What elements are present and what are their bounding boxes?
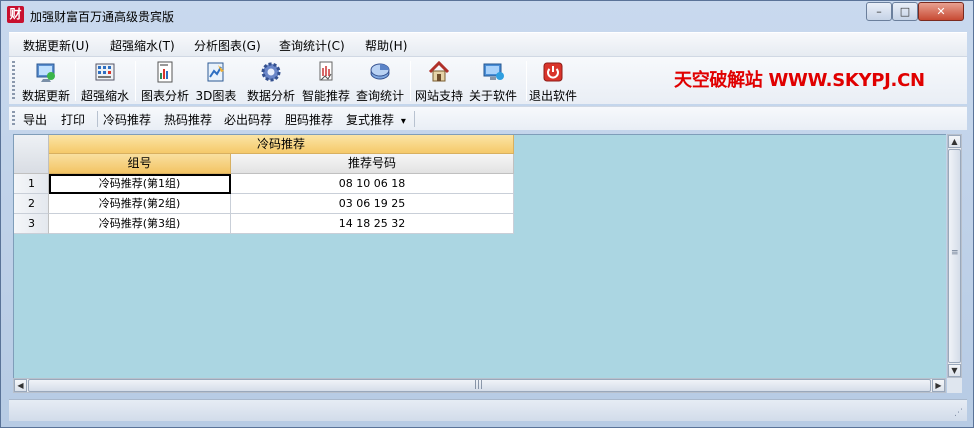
menu-query[interactable]: 查询统计(C) — [279, 37, 345, 54]
watermark-text: 天空破解站 WWW.SKYPJ.CN — [674, 70, 925, 91]
scroll-up-button[interactable]: ▲ — [948, 135, 961, 148]
menu-data-update[interactable]: 数据更新(U) — [23, 37, 89, 54]
main-toolbar: 数据更新 超强缩水 图表分析 3D图表 数据分析 智能推荐 查询统计 网站支持 … — [9, 56, 967, 104]
title-bar[interactable]: 财 加强财富百万通高级贵宾版 – □ ✕ — [1, 1, 973, 31]
menu-help[interactable]: 帮助(H) — [365, 37, 407, 54]
tool-website[interactable]: 网站支持 — [412, 60, 466, 104]
compound-recommend-button[interactable]: 复式推荐 ▾ — [346, 111, 406, 128]
gear-icon — [261, 62, 281, 82]
chevron-down-icon: ▾ — [400, 116, 406, 127]
tool-chart-analysis[interactable]: 图表分析 — [139, 60, 191, 104]
tool-smart-recommend[interactable]: 智能推荐 — [299, 60, 353, 104]
data-grid[interactable]: 冷码推荐 组号 推荐号码 1 冷码推荐(第1组) 08 10 06 18 2 冷… — [13, 134, 946, 378]
tool-3d-chart[interactable]: 3D图表 — [193, 60, 239, 104]
query-icon — [370, 63, 390, 80]
chart-3d-icon — [207, 62, 224, 82]
row-number[interactable]: 1 — [14, 174, 49, 194]
maximize-button[interactable]: □ — [892, 2, 918, 21]
band-header: 冷码推荐 — [49, 135, 514, 154]
toolbar-separator — [135, 61, 136, 101]
menu-shrink[interactable]: 超强缩水(T) — [110, 37, 175, 54]
horizontal-scroll-thumb[interactable]: ||| — [28, 379, 931, 392]
must-appear-button[interactable]: 必出码荐 — [224, 111, 272, 128]
table-cell-group[interactable]: 冷码推荐(第2组) — [49, 194, 231, 214]
tool-query[interactable]: 查询统计 — [353, 60, 407, 104]
table-cell-numbers[interactable]: 14 18 25 32 — [231, 214, 514, 234]
app-icon: 财 — [7, 6, 24, 23]
toolbar-grip[interactable] — [12, 61, 15, 101]
grip-icon: ||| — [474, 380, 484, 390]
menu-charts[interactable]: 分析图表(G) — [194, 37, 261, 54]
horizontal-scrollbar[interactable]: ◀ ||| ▶ — [13, 378, 946, 393]
smart-recommend-icon — [319, 61, 333, 81]
cold-recommend-button[interactable]: 冷码推荐 — [103, 111, 151, 128]
gall-recommend-button[interactable]: 胆码推荐 — [285, 111, 333, 128]
minimize-button[interactable]: – — [866, 2, 892, 21]
subbar-separator — [414, 111, 415, 127]
table-cell-group[interactable]: 冷码推荐(第1组) — [49, 174, 231, 194]
vertical-scroll-thumb[interactable]: ≡ — [948, 149, 961, 363]
tool-shrink[interactable]: 超强缩水 — [79, 60, 131, 104]
tool-exit[interactable]: 退出软件 — [526, 60, 580, 104]
menu-bar: 数据更新(U) 超强缩水(T) 分析图表(G) 查询统计(C) 帮助(H) — [9, 32, 967, 56]
status-bar: ⋰ — [9, 399, 967, 421]
grid-corner[interactable] — [14, 135, 49, 174]
vertical-scrollbar[interactable]: ▲ ≡ ▼ — [947, 134, 962, 378]
column-header-numbers[interactable]: 推荐号码 — [231, 154, 514, 174]
column-header-group[interactable]: 组号 — [49, 154, 231, 174]
toolbar-separator — [75, 61, 76, 101]
scrollbar-corner — [947, 378, 962, 393]
scroll-left-button[interactable]: ◀ — [14, 379, 27, 392]
power-icon — [543, 62, 563, 82]
table-cell-numbers[interactable]: 03 06 19 25 — [231, 194, 514, 214]
main-window: 财 加强财富百万通高级贵宾版 – □ ✕ 数据更新(U) 超强缩水(T) 分析图… — [0, 0, 974, 428]
data-update-icon — [36, 63, 55, 82]
export-button[interactable]: 导出 — [23, 111, 47, 128]
table-cell-group[interactable]: 冷码推荐(第3组) — [49, 214, 231, 234]
window-title: 加强财富百万通高级贵宾版 — [30, 10, 175, 24]
home-icon — [428, 60, 450, 82]
sub-toolbar: 导出 打印 冷码推荐 热码推荐 必出码荐 胆码推荐 复式推荐 ▾ — [9, 106, 967, 130]
about-icon — [483, 63, 504, 80]
subbar-separator — [97, 111, 98, 127]
grip-icon: ≡ — [951, 248, 959, 258]
tool-data-analysis[interactable]: 数据分析 — [243, 60, 299, 104]
print-button[interactable]: 打印 — [61, 111, 85, 128]
tool-data-update[interactable]: 数据更新 — [20, 60, 72, 104]
table-cell-numbers[interactable]: 08 10 06 18 — [231, 174, 514, 194]
toolbar-separator — [410, 61, 411, 101]
tool-about[interactable]: 关于软件 — [466, 60, 520, 104]
subbar-grip[interactable] — [12, 111, 15, 127]
scroll-down-button[interactable]: ▼ — [948, 364, 961, 377]
row-number[interactable]: 3 — [14, 214, 49, 234]
shrink-icon — [95, 63, 115, 81]
resize-grip-icon[interactable]: ⋰ — [954, 408, 963, 418]
scroll-right-button[interactable]: ▶ — [932, 379, 945, 392]
close-button[interactable]: ✕ — [918, 2, 964, 21]
hot-recommend-button[interactable]: 热码推荐 — [164, 111, 212, 128]
chart-analysis-icon — [157, 61, 173, 83]
row-number[interactable]: 2 — [14, 194, 49, 214]
